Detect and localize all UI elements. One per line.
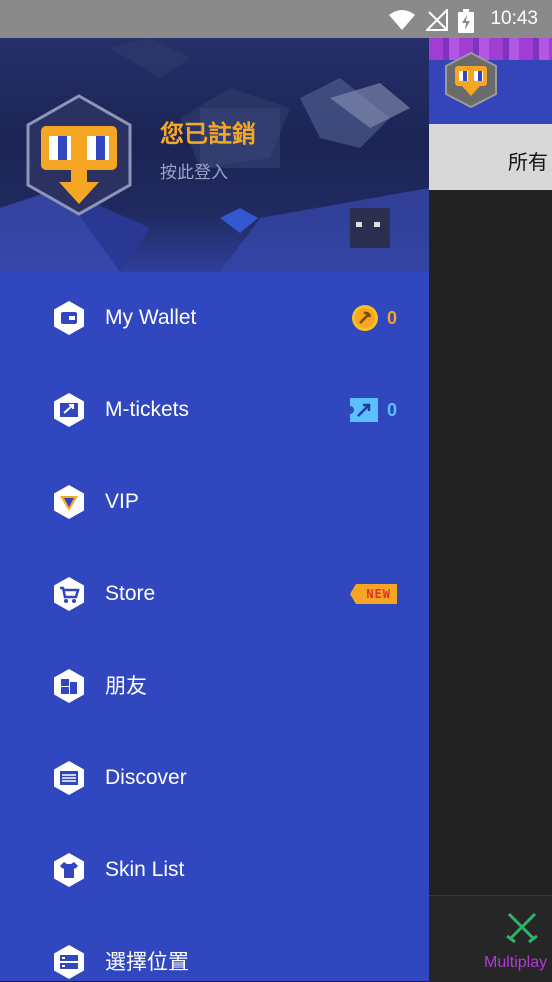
profile-avatar-icon[interactable]	[25, 94, 133, 216]
menu-item-skin-list[interactable]: Skin List	[0, 824, 429, 916]
menu-label: Skin List	[105, 858, 185, 881]
menu-item-m-tickets[interactable]: M-tickets 0	[0, 364, 429, 456]
background-tab-all[interactable]: 所有	[508, 146, 548, 175]
new-badge: NEW	[350, 584, 397, 604]
cart-icon	[54, 577, 84, 611]
no-signal-icon	[426, 9, 448, 31]
navigation-drawer: 您已註銷 按此登入 My Wallet 0 M-tickets 0 VIP St…	[0, 38, 429, 981]
menu-label: 朋友	[105, 674, 147, 698]
battery-charging-icon	[458, 9, 474, 33]
ticket-balance: 0	[348, 364, 397, 456]
wallet-balance: 0	[351, 272, 397, 364]
menu-label: 選擇位置	[105, 950, 189, 974]
menu-item-store[interactable]: Store NEW	[0, 548, 429, 640]
menu-item-vip[interactable]: VIP	[0, 456, 429, 548]
menu-label: My Wallet	[105, 306, 197, 329]
drawer-header[interactable]: 您已註銷 按此登入	[0, 38, 429, 272]
background-avatar-icon[interactable]	[444, 52, 498, 108]
menu-item-discover[interactable]: Discover	[0, 732, 429, 824]
multiplayer-tab-label[interactable]: Multiplay	[484, 954, 547, 972]
menu-item-friends[interactable]: 朋友	[0, 640, 429, 732]
menu-label: VIP	[105, 490, 139, 513]
status-bar: 10:43	[0, 0, 552, 38]
friends-icon	[54, 669, 84, 703]
login-prompt[interactable]: 按此登入	[160, 158, 228, 183]
server-icon	[54, 945, 84, 979]
wallet-icon	[54, 301, 84, 335]
menu-label: Discover	[105, 766, 187, 789]
profile-name[interactable]: 您已註銷	[160, 114, 256, 149]
coin-count: 0	[386, 307, 397, 328]
menu-label: Store	[105, 582, 156, 605]
drawer-menu: My Wallet 0 M-tickets 0 VIP Store NEW 朋友…	[0, 272, 429, 981]
menu-item-my-wallet[interactable]: My Wallet 0	[0, 272, 429, 364]
crossed-swords-icon[interactable]	[505, 910, 539, 944]
news-icon	[54, 761, 84, 795]
gold-coin-icon	[351, 305, 378, 331]
menu-item-select-region[interactable]: 選擇位置	[0, 916, 429, 981]
background-content	[429, 190, 552, 895]
ticket-icon	[54, 393, 84, 427]
vip-icon	[54, 485, 84, 519]
clock: 10:43	[490, 8, 538, 29]
m-ticket-icon	[348, 398, 378, 422]
shirt-icon	[54, 853, 84, 887]
wifi-icon	[389, 10, 415, 30]
menu-label: M-tickets	[105, 398, 189, 421]
store-badge-wrap: NEW	[350, 548, 397, 640]
ticket-count: 0	[386, 399, 397, 420]
